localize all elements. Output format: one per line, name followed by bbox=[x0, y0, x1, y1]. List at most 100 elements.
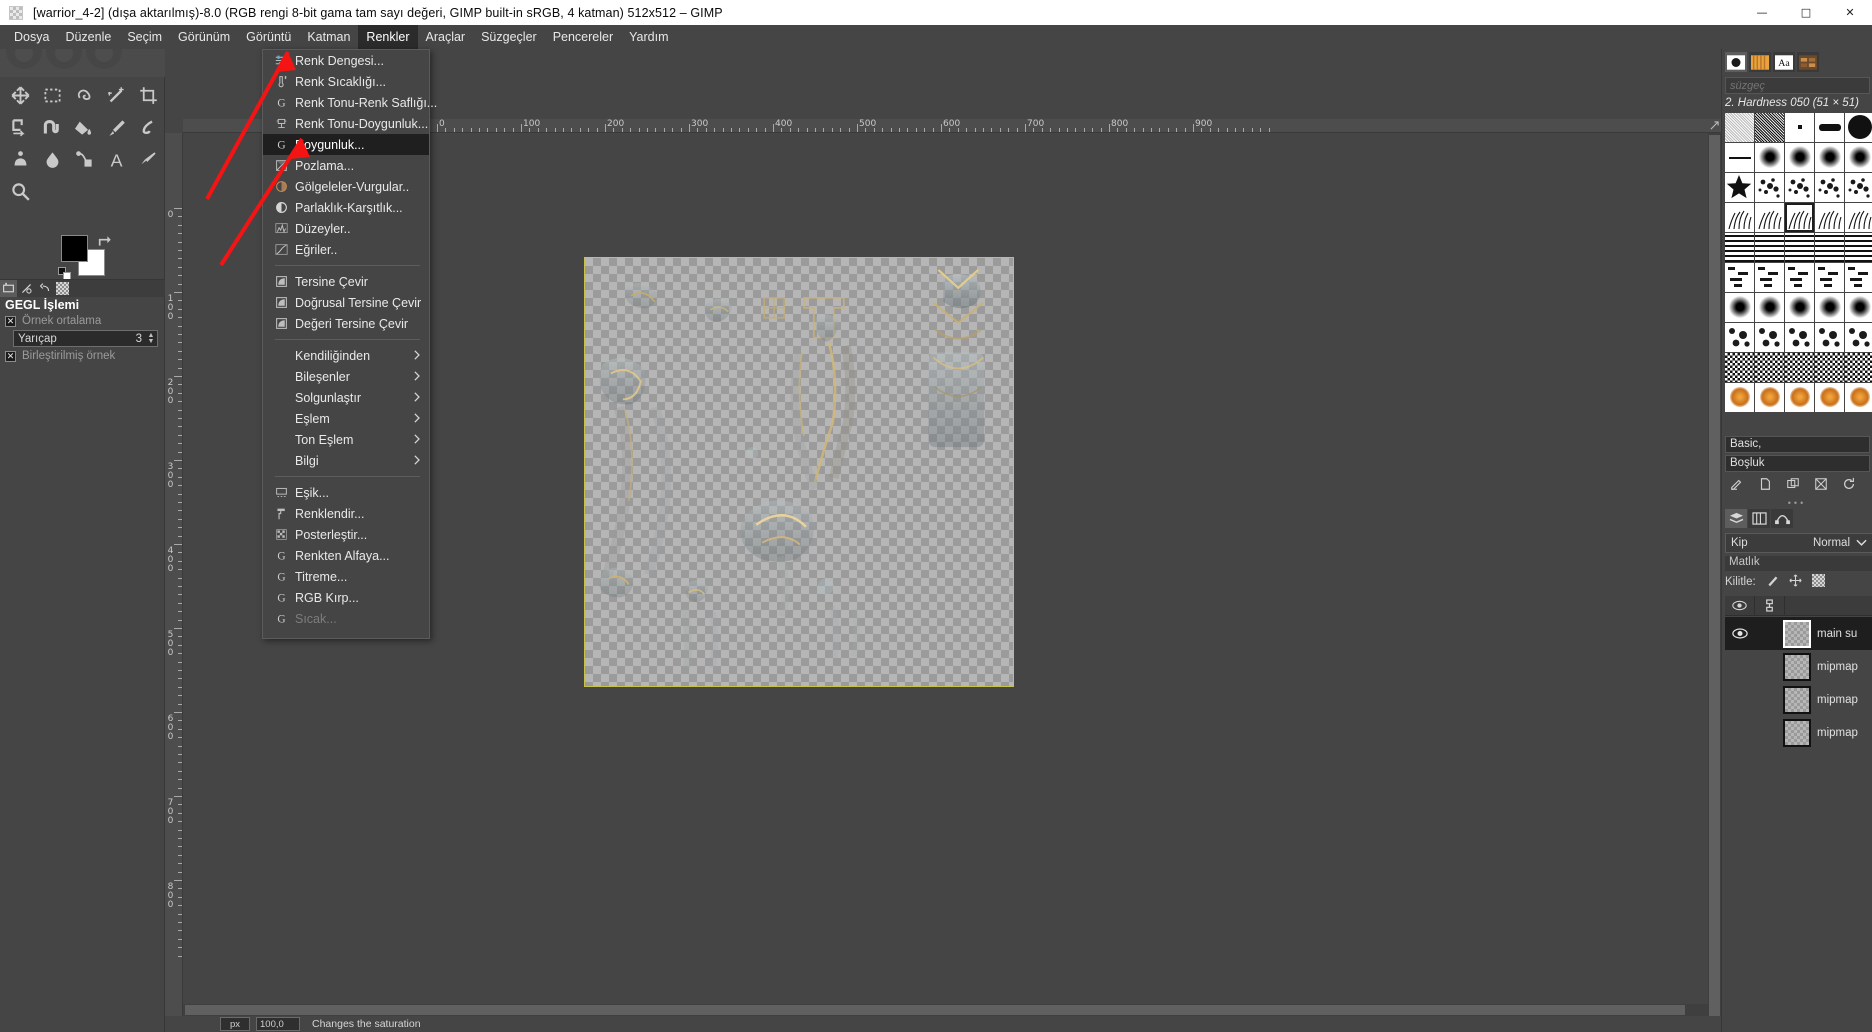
lock-position-icon[interactable] bbox=[1789, 574, 1802, 590]
menu-pencereler[interactable]: Pencereler bbox=[545, 25, 621, 49]
brush-item[interactable] bbox=[1755, 383, 1784, 412]
brush-item[interactable] bbox=[1815, 173, 1844, 202]
brush-item[interactable] bbox=[1815, 203, 1844, 232]
brush-filter-input[interactable] bbox=[1725, 77, 1870, 94]
brush-spacing-field[interactable]: Boşluk bbox=[1725, 455, 1870, 472]
brush-item[interactable] bbox=[1845, 263, 1872, 292]
menu-item-kendili-inden[interactable]: Kendiliğinden bbox=[263, 345, 429, 366]
bucket-fill-icon[interactable] bbox=[68, 111, 100, 143]
brush-item[interactable] bbox=[1725, 263, 1754, 292]
menu-item-bilgi[interactable]: Bilgi bbox=[263, 450, 429, 471]
brush-item[interactable] bbox=[1725, 173, 1754, 202]
radius-spinner[interactable]: Yarıçap 3 ▲ ▼ bbox=[13, 330, 158, 347]
brush-item[interactable] bbox=[1725, 203, 1754, 232]
fuzzy-select-icon[interactable] bbox=[100, 79, 132, 111]
color-picker-icon[interactable] bbox=[132, 143, 164, 175]
brush-item[interactable] bbox=[1785, 173, 1814, 202]
paintbrush-icon[interactable] bbox=[100, 111, 132, 143]
brush-item[interactable] bbox=[1725, 233, 1754, 262]
merged-sample-checkbox[interactable]: ✕ bbox=[5, 350, 16, 362]
brush-item[interactable] bbox=[1845, 113, 1872, 142]
layer-opacity-label[interactable]: Matlık bbox=[1725, 556, 1872, 571]
sample-average-checkbox[interactable]: ✕ bbox=[5, 315, 16, 327]
tab-channels[interactable] bbox=[1748, 509, 1770, 528]
brush-item[interactable] bbox=[1785, 113, 1814, 142]
menu-katman[interactable]: Katman bbox=[299, 25, 358, 49]
brush-item[interactable] bbox=[1785, 293, 1814, 322]
layer-row[interactable]: mipmap bbox=[1725, 683, 1872, 716]
menu-item-renklendir[interactable]: Renklendir... bbox=[263, 503, 429, 524]
menu-item-do-rusal-tersine-evir[interactable]: Doğrusal Tersine Çevir bbox=[263, 292, 429, 313]
tab-undo-history[interactable] bbox=[36, 280, 53, 297]
duplicate-brush-icon[interactable] bbox=[1786, 477, 1800, 496]
layer-row[interactable]: mipmap bbox=[1725, 716, 1872, 749]
tab-brushes[interactable] bbox=[1725, 52, 1747, 72]
menu-item-renk-tonu-renk-safl[interactable]: G Renk Tonu-Renk Saflığı... bbox=[263, 92, 437, 113]
brush-item[interactable] bbox=[1845, 383, 1872, 412]
layer-row[interactable]: mipmap bbox=[1725, 650, 1872, 683]
menu-item-e-riler[interactable]: Eğriler.. bbox=[263, 239, 429, 260]
image-canvas[interactable] bbox=[584, 257, 1014, 687]
brush-item[interactable] bbox=[1755, 173, 1784, 202]
brush-item[interactable] bbox=[1755, 323, 1784, 352]
brush-tag-field[interactable]: Basic, bbox=[1725, 436, 1870, 453]
rectangle-select-icon[interactable] bbox=[36, 79, 68, 111]
tab-device-status[interactable] bbox=[18, 280, 35, 297]
merged-sample-option[interactable]: ✕ Birleştirilmiş örnek bbox=[5, 350, 115, 362]
brush-item[interactable] bbox=[1845, 353, 1872, 382]
brush-item[interactable] bbox=[1845, 323, 1872, 352]
menu-item-g-lgeleler-vurgular[interactable]: Gölgeleler-Vurgular.. bbox=[263, 176, 429, 197]
sample-average-option[interactable]: ✕ Örnek ortalama bbox=[5, 315, 101, 327]
brush-item[interactable] bbox=[1725, 323, 1754, 352]
menu-item-renk-tonu-doygunluk[interactable]: Renk Tonu-Doygunluk... bbox=[263, 113, 429, 134]
vertical-ruler[interactable]: 0 100 200 300 400 500 600 700 800 bbox=[165, 133, 183, 1032]
menu-item-d-zeyler[interactable]: Düzeyler.. bbox=[263, 218, 429, 239]
warp-icon[interactable] bbox=[36, 111, 68, 143]
scrollbar-thumb-h[interactable] bbox=[185, 1005, 1685, 1015]
brush-item[interactable] bbox=[1785, 263, 1814, 292]
maximize-button[interactable]: □ bbox=[1784, 0, 1828, 25]
minimize-button[interactable]: — bbox=[1740, 0, 1784, 25]
menu-aralar[interactable]: Araçlar bbox=[418, 25, 474, 49]
menu-item-renk-s-cakl[interactable]: Renk Sıcaklığı... bbox=[263, 71, 429, 92]
menu-renkler[interactable]: Renkler bbox=[358, 25, 418, 49]
tab-fonts[interactable]: Aa bbox=[1773, 52, 1795, 72]
menu-item-solgunla-t-r[interactable]: Solgunlaştır bbox=[263, 387, 429, 408]
brush-item[interactable] bbox=[1845, 233, 1872, 262]
menu-item-renkten-alfaya[interactable]: G Renkten Alfaya... bbox=[263, 545, 429, 566]
brush-item[interactable] bbox=[1815, 293, 1844, 322]
brush-item[interactable] bbox=[1725, 143, 1754, 172]
brush-item[interactable] bbox=[1815, 383, 1844, 412]
menu-item-e-lem[interactable]: Eşlem bbox=[263, 408, 429, 429]
brush-item[interactable] bbox=[1845, 293, 1872, 322]
brush-item[interactable] bbox=[1755, 233, 1784, 262]
menu-dzenle[interactable]: Düzenle bbox=[57, 25, 119, 49]
brush-item[interactable] bbox=[1815, 353, 1844, 382]
zoom-selector[interactable]: 100,0 bbox=[256, 1017, 300, 1031]
layer-mode-row[interactable]: Kip Normal bbox=[1725, 533, 1872, 553]
brush-item[interactable] bbox=[1785, 143, 1814, 172]
crop-icon[interactable] bbox=[132, 79, 164, 111]
new-brush-icon[interactable] bbox=[1758, 477, 1772, 496]
menu-grnt[interactable]: Görüntü bbox=[238, 25, 299, 49]
menu-item-tersine-evir[interactable]: Tersine Çevir bbox=[263, 271, 429, 292]
smudge-icon[interactable] bbox=[132, 111, 164, 143]
brush-item[interactable] bbox=[1845, 203, 1872, 232]
menu-item-renk-dengesi[interactable]: Renk Dengesi... bbox=[263, 50, 429, 71]
menu-grnm[interactable]: Görünüm bbox=[170, 25, 238, 49]
brush-item[interactable] bbox=[1755, 263, 1784, 292]
brush-item[interactable] bbox=[1755, 203, 1784, 232]
brush-grid[interactable] bbox=[1725, 113, 1872, 413]
radius-stepper-icon[interactable]: ▲ ▼ bbox=[145, 332, 157, 345]
brush-item[interactable] bbox=[1845, 143, 1872, 172]
menu-item-titreme[interactable]: G Titreme... bbox=[263, 566, 429, 587]
tab-layers[interactable] bbox=[1725, 509, 1747, 528]
menu-yardm[interactable]: Yardım bbox=[621, 25, 676, 49]
zoom-icon[interactable] bbox=[4, 175, 36, 207]
zoom-image-button[interactable] bbox=[1708, 119, 1721, 132]
menu-item-pozlama[interactable]: Pozlama... bbox=[263, 155, 429, 176]
brush-item[interactable] bbox=[1725, 353, 1754, 382]
move-icon[interactable] bbox=[4, 79, 36, 111]
scrollbar-thumb[interactable] bbox=[1709, 135, 1720, 1032]
tab-documents[interactable] bbox=[1797, 52, 1819, 72]
